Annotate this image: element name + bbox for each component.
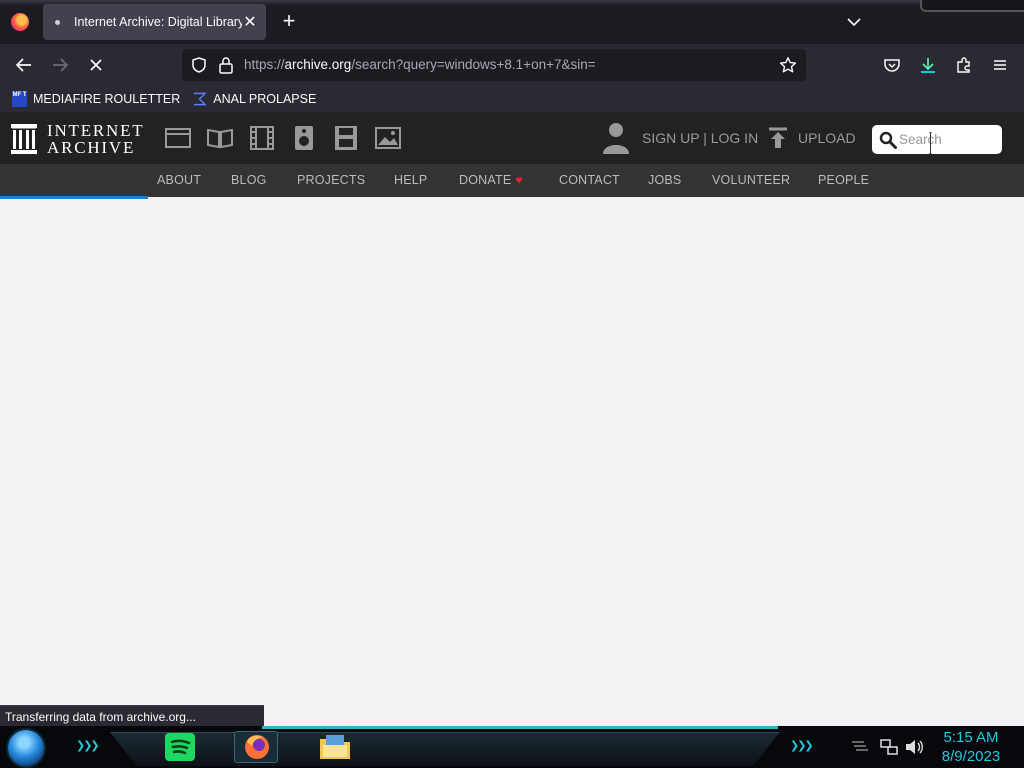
list-all-tabs-chevron-icon[interactable] bbox=[844, 12, 864, 32]
user-avatar-icon bbox=[603, 123, 629, 154]
extensions-button[interactable] bbox=[952, 53, 976, 77]
stop-x-icon bbox=[90, 59, 102, 71]
taskbar-band bbox=[110, 732, 780, 766]
nav-toolbar: https://archive.org/search?query=windows… bbox=[0, 44, 1024, 86]
url-host: archive.org bbox=[284, 57, 352, 72]
archive-search-box[interactable] bbox=[872, 125, 1002, 154]
window-frame-decoration bbox=[920, 0, 1024, 12]
nav-volunteer[interactable]: VOLUNTEER bbox=[712, 173, 790, 187]
bookmark-star-icon[interactable] bbox=[779, 56, 797, 74]
back-button[interactable] bbox=[12, 53, 36, 77]
url-scheme: https:// bbox=[244, 57, 285, 72]
images-icon[interactable] bbox=[375, 126, 401, 150]
archive-top-bar: INTERNET ARCHIVE SIGN UP | LOG IN UPLOAD bbox=[0, 112, 1024, 164]
url-path: /search?query=windows+8.1+on+7&sin= bbox=[351, 57, 596, 72]
stop-loading-button[interactable] bbox=[84, 53, 108, 77]
upload-link[interactable]: UPLOAD bbox=[768, 122, 856, 154]
firefox-taskbar-button[interactable] bbox=[234, 731, 278, 763]
firefox-logo-icon[interactable] bbox=[11, 13, 29, 31]
nav-jobs[interactable]: JOBS bbox=[648, 173, 681, 187]
sign-up-label: SIGN UP | LOG IN bbox=[642, 130, 759, 146]
status-panel: Transferring data from archive.org... bbox=[0, 705, 264, 727]
software-icon[interactable] bbox=[333, 126, 359, 150]
firefox-icon bbox=[245, 735, 269, 759]
tab-loading-icon bbox=[55, 19, 60, 25]
url-bar[interactable]: https://archive.org/search?query=windows… bbox=[182, 49, 806, 81]
logo-word-archive: ARCHIVE bbox=[47, 138, 136, 157]
bookmark-label: ANAL PROLAPSE bbox=[213, 92, 317, 106]
nav-contact[interactable]: CONTACT bbox=[559, 173, 620, 187]
texts-icon[interactable] bbox=[207, 126, 233, 150]
pocket-button[interactable] bbox=[880, 53, 904, 77]
chevron-right-decoration-icon: ❯❯❯ bbox=[76, 740, 100, 752]
forward-button[interactable] bbox=[48, 53, 72, 77]
nav-projects[interactable]: PROJECTS bbox=[297, 173, 365, 187]
tab-title: Internet Archive: Digital Library bbox=[74, 15, 242, 29]
taskbar-accent-line bbox=[262, 726, 778, 729]
taskbar: ❯❯❯ ❯❯❯ 5:15 AM 8/9/2023 bbox=[0, 726, 1024, 768]
bookmark-second[interactable]: ANAL PROLAPSE bbox=[192, 91, 316, 107]
app-menu-button[interactable] bbox=[988, 53, 1012, 77]
sign-up-log-in-link[interactable]: SIGN UP | LOG IN bbox=[602, 122, 758, 154]
archive-building-icon bbox=[11, 124, 37, 154]
puzzle-piece-icon bbox=[957, 57, 970, 73]
tab-strip: Internet Archive: Digital Library ✕ + bbox=[0, 0, 1024, 44]
network-icon[interactable] bbox=[880, 738, 898, 756]
downloads-button[interactable] bbox=[916, 53, 940, 77]
bookmarks-toolbar: MF T MEDIAFIRE ROULETTER ANAL PROLAPSE bbox=[0, 86, 1024, 112]
heart-icon: ♥ bbox=[515, 173, 523, 187]
active-tab[interactable]: Internet Archive: Digital Library ✕ bbox=[43, 4, 266, 40]
text-cursor-icon bbox=[929, 132, 932, 154]
sigma-bookmark-icon bbox=[194, 92, 208, 106]
nav-blog[interactable]: BLOG bbox=[231, 173, 267, 187]
taskbar-clock[interactable]: 5:15 AM 8/9/2023 bbox=[930, 728, 1012, 766]
nav-people[interactable]: PEOPLE bbox=[818, 173, 869, 187]
page-content-area bbox=[0, 199, 1024, 705]
nav-help[interactable]: HELP bbox=[394, 173, 427, 187]
search-icon[interactable] bbox=[879, 131, 897, 149]
spotify-icon[interactable] bbox=[163, 731, 197, 763]
clock-time: 5:15 AM bbox=[943, 729, 999, 746]
pocket-icon bbox=[884, 59, 900, 72]
show-desktop-stripes-icon[interactable] bbox=[850, 738, 870, 756]
start-button-orb[interactable] bbox=[8, 730, 44, 766]
url-text[interactable]: https://archive.org/search?query=windows… bbox=[244, 57, 596, 72]
archive-nav-bar: ABOUT BLOG PROJECTS HELP DONATE ♥ CONTACT… bbox=[0, 164, 1024, 197]
hamburger-menu-icon bbox=[994, 60, 1006, 70]
nav-donate[interactable]: DONATE ♥ bbox=[459, 173, 523, 187]
tracking-shield-icon[interactable] bbox=[190, 56, 208, 74]
close-tab-icon[interactable]: ✕ bbox=[242, 12, 258, 32]
upload-label: UPLOAD bbox=[798, 130, 856, 146]
video-icon[interactable] bbox=[249, 126, 275, 150]
upload-arrow-icon bbox=[769, 127, 787, 148]
lock-icon[interactable] bbox=[218, 56, 234, 74]
internet-archive-logo[interactable]: INTERNET ARCHIVE bbox=[10, 122, 150, 156]
audio-icon[interactable] bbox=[291, 126, 317, 150]
file-explorer-folder-icon[interactable] bbox=[318, 731, 352, 763]
web-icon[interactable] bbox=[165, 126, 191, 150]
nav-about[interactable]: ABOUT bbox=[157, 173, 201, 187]
mediafire-icon: MF T bbox=[12, 91, 27, 107]
bookmark-label: MEDIAFIRE ROULETTER bbox=[33, 92, 181, 106]
volume-speaker-icon[interactable] bbox=[904, 738, 924, 756]
logo-word-internet: INTERNET bbox=[47, 121, 145, 140]
download-arrow-icon bbox=[921, 58, 935, 73]
chevron-right-decoration-icon-2: ❯❯❯ bbox=[790, 740, 814, 752]
bookmark-mediafire-rouletter[interactable]: MF T MEDIAFIRE ROULETTER bbox=[12, 91, 180, 107]
donate-label: DONATE bbox=[459, 173, 512, 187]
new-tab-button[interactable]: + bbox=[278, 10, 300, 34]
forward-arrow-icon bbox=[53, 58, 69, 72]
search-input[interactable] bbox=[899, 130, 995, 149]
back-arrow-icon bbox=[15, 58, 31, 72]
clock-date: 8/9/2023 bbox=[941, 748, 1001, 765]
